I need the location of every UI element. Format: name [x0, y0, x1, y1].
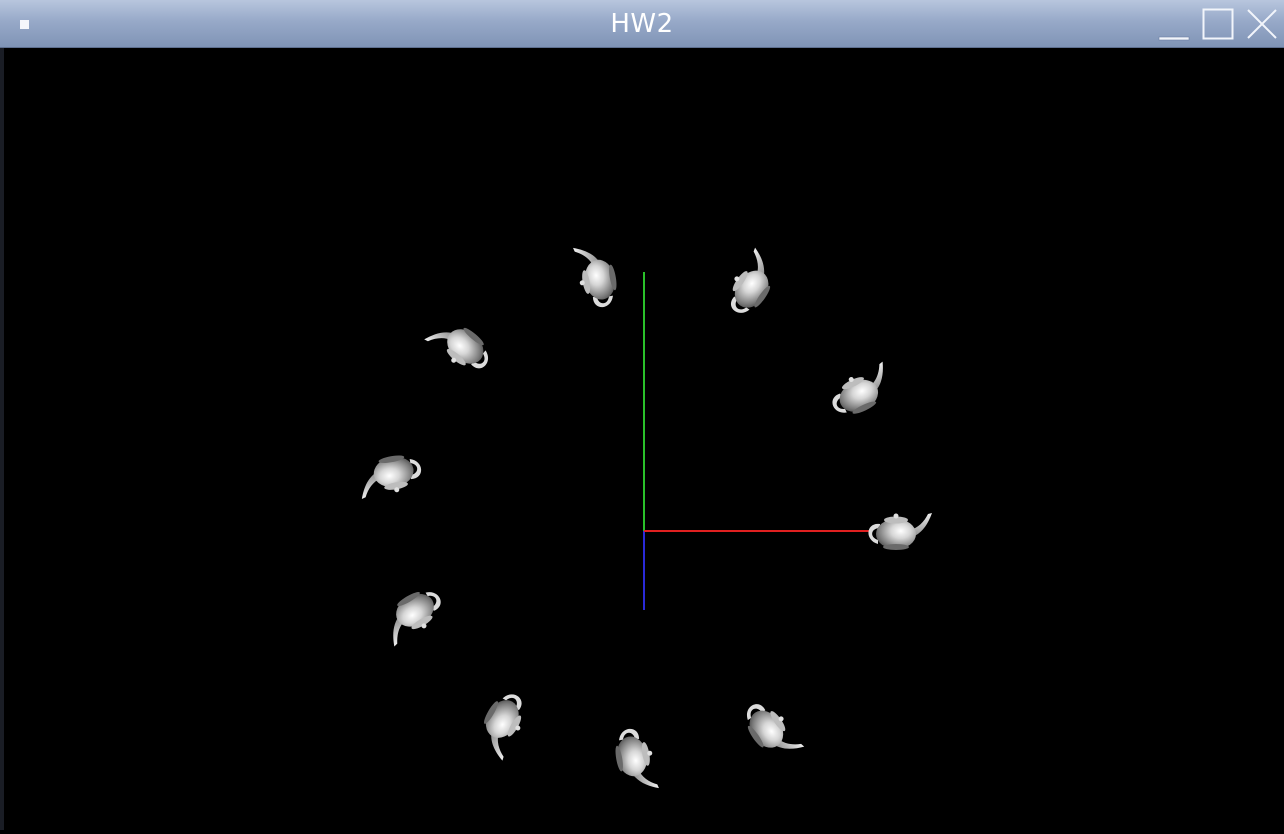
title-bar[interactable]: HW2: [0, 0, 1284, 48]
opengl-viewport[interactable]: [4, 48, 1280, 830]
teapot-model: [611, 725, 659, 795]
window-title: HW2: [610, 9, 674, 39]
close-button[interactable]: [1244, 6, 1280, 42]
maximize-button[interactable]: [1200, 6, 1236, 42]
minimize-icon: [1158, 36, 1190, 41]
app-window: HW2: [0, 0, 1284, 830]
maximize-icon: [1202, 8, 1234, 40]
teapot-model: [355, 451, 425, 499]
teapot-scene: [355, 241, 932, 795]
coordinate-axes: [643, 272, 870, 610]
teapot-model: [824, 361, 899, 422]
close-icon: [1247, 9, 1277, 39]
teapot-model: [375, 582, 450, 647]
teapot-model: [424, 311, 497, 381]
teapot-model: [573, 241, 621, 311]
minimize-button[interactable]: [1156, 6, 1192, 42]
teapot-model: [868, 513, 932, 550]
teapot-model: [718, 247, 786, 321]
teapot-model: [737, 694, 805, 768]
teapot-model: [470, 687, 535, 761]
